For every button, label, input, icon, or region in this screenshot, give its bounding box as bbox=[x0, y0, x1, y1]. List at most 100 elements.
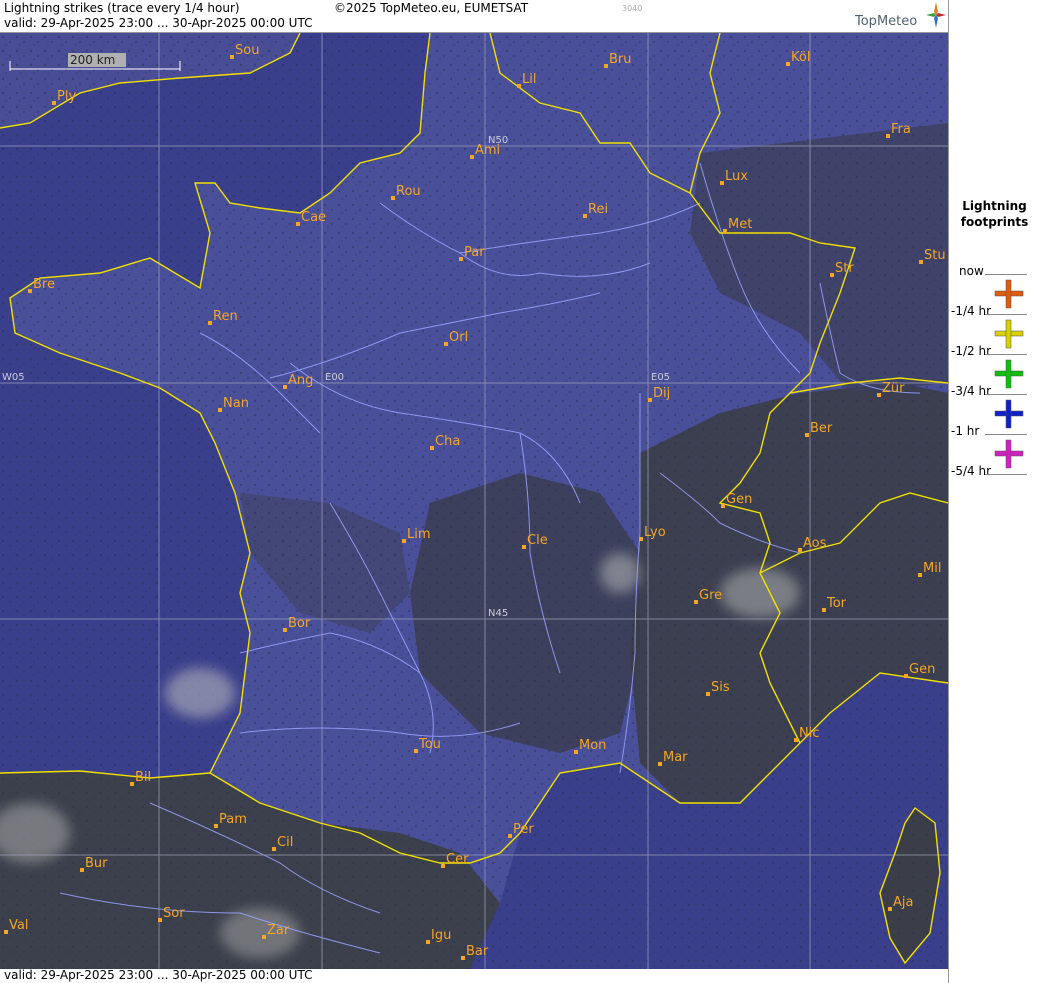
legend-label: -5/4 hr bbox=[951, 464, 991, 478]
legend-title: Lightning footprints bbox=[949, 198, 1039, 230]
city-label-mar: Mar bbox=[663, 750, 688, 765]
city-label-zar: Zar bbox=[267, 923, 290, 938]
legend-label: now bbox=[959, 264, 984, 278]
city-label-bre: Bre bbox=[33, 277, 55, 292]
city-dot-mon bbox=[574, 750, 578, 754]
valid-time-top: valid: 29-Apr-2025 23:00 ... 30-Apr-2025… bbox=[4, 16, 313, 30]
city-dot-val bbox=[4, 930, 8, 934]
city-label-ber: Ber bbox=[810, 421, 833, 436]
city-label-mil: Mil bbox=[923, 561, 941, 576]
terrain-texture bbox=[0, 33, 948, 969]
city-dot-dij bbox=[648, 398, 652, 402]
city-dot-sis bbox=[706, 692, 710, 696]
legend-divider bbox=[985, 434, 1027, 435]
city-dot-ami bbox=[470, 155, 474, 159]
grid-label-n45: N45 bbox=[488, 608, 508, 619]
city-dot-stu bbox=[919, 260, 923, 264]
city-label-tor: Tor bbox=[826, 596, 847, 611]
city-dot-cae bbox=[296, 222, 300, 226]
city-dot-ang bbox=[283, 385, 287, 389]
map-code: 3040 bbox=[622, 4, 643, 13]
city-dot-cha bbox=[430, 446, 434, 450]
city-dot-rou bbox=[391, 196, 395, 200]
city-label-cil: Cil bbox=[277, 835, 293, 850]
city-dot-sou bbox=[230, 55, 234, 59]
city-label-rou: Rou bbox=[396, 184, 421, 199]
city-label-sis: Sis bbox=[711, 680, 730, 695]
city-label-bar: Bar bbox=[466, 944, 489, 959]
city-label-lil: Lil bbox=[522, 72, 536, 87]
city-dot-nan bbox=[218, 408, 222, 412]
lightning-cross-icon bbox=[994, 359, 1024, 389]
legend-divider bbox=[985, 394, 1027, 395]
city-label-nan: Nan bbox=[223, 396, 249, 411]
topmeteo-logo[interactable]: TopMeteo bbox=[855, 14, 917, 29]
city-label-stu: Stu bbox=[924, 248, 946, 263]
footer-bar: valid: 29-Apr-2025 23:00 ... 30-Apr-2025… bbox=[0, 968, 948, 983]
city-dot-nic bbox=[794, 738, 798, 742]
city-dot-fra bbox=[886, 134, 890, 138]
city-dot-par bbox=[459, 257, 463, 261]
legend-label: -1 hr bbox=[951, 424, 980, 438]
city-dot-rei bbox=[583, 214, 587, 218]
city-label-cle: Cle bbox=[527, 533, 548, 548]
copyright-text: ©2025 TopMeteo.eu, EUMETSAT bbox=[334, 1, 529, 15]
city-label-orl: Orl bbox=[449, 330, 468, 345]
city-label-val: Val bbox=[9, 918, 28, 933]
city-dot-str bbox=[830, 273, 834, 277]
city-dot-cle bbox=[522, 545, 526, 549]
city-dot-mar bbox=[658, 762, 662, 766]
lightning-legend: Lightning footprints now -1/4 hr -1/2 hr -3… bbox=[948, 0, 1039, 983]
city-dot-aja bbox=[888, 907, 892, 911]
city-label-fra: Fra bbox=[891, 122, 911, 137]
city-dot-lux bbox=[720, 181, 724, 185]
lightning-cross-icon bbox=[994, 279, 1024, 309]
city-label-aja: Aja bbox=[893, 895, 913, 910]
city-label-pam: Pam bbox=[219, 812, 247, 827]
city-dot-gen2 bbox=[904, 674, 908, 678]
city-label-str: Str bbox=[835, 261, 854, 276]
city-label-ang: Ang bbox=[288, 373, 313, 388]
city-dot-ber bbox=[805, 433, 809, 437]
legend-label: -1/2 hr bbox=[951, 344, 991, 358]
city-dot-per bbox=[508, 834, 512, 838]
city-label-bur: Bur bbox=[85, 856, 108, 871]
city-label-gen: Gen bbox=[726, 492, 752, 507]
city-dot-kol bbox=[786, 62, 790, 66]
city-dot-met bbox=[723, 229, 727, 233]
city-dot-mil bbox=[918, 573, 922, 577]
city-label-ply: Ply bbox=[57, 89, 76, 104]
city-dot-zur bbox=[877, 393, 881, 397]
city-label-dij: Dij bbox=[653, 386, 670, 401]
city-dot-ply bbox=[52, 101, 56, 105]
scale-bar-label: 200 km bbox=[70, 53, 115, 67]
satellite-map[interactable]: N50 N45 W05 E00 E05 200 km Sou Ply Lil Bru K… bbox=[0, 33, 948, 969]
city-label-zur: Zür bbox=[882, 381, 905, 396]
city-dot-aos bbox=[798, 548, 802, 552]
lightning-cross-icon bbox=[994, 319, 1024, 349]
legend-title-line1: Lightning bbox=[962, 199, 1027, 213]
legend-row: -5/4 hr bbox=[949, 464, 1039, 510]
compass-star-icon bbox=[926, 2, 946, 28]
city-label-met: Met bbox=[728, 217, 752, 232]
city-label-igu: Igu bbox=[431, 928, 451, 943]
city-dot-tor bbox=[822, 608, 826, 612]
city-label-mon: Mon bbox=[579, 738, 606, 753]
city-dot-lil bbox=[517, 84, 521, 88]
city-label-lyo: Lyo bbox=[644, 525, 666, 540]
city-label-bru: Bru bbox=[609, 52, 632, 67]
city-dot-ren bbox=[208, 321, 212, 325]
city-label-per: Per bbox=[513, 822, 534, 837]
city-label-sou: Sou bbox=[235, 43, 259, 58]
city-dot-tou bbox=[414, 749, 418, 753]
legend-title-line2: footprints bbox=[960, 215, 1029, 229]
city-label-cae: Cae bbox=[301, 210, 326, 225]
city-label-rei: Rei bbox=[588, 202, 608, 217]
city-label-gre: Gre bbox=[699, 588, 722, 603]
valid-time-bottom: valid: 29-Apr-2025 23:00 ... 30-Apr-2025… bbox=[4, 968, 313, 982]
city-dot-lyo bbox=[639, 537, 643, 541]
city-label-lim: Lim bbox=[407, 527, 431, 542]
city-label-cha: Cha bbox=[435, 434, 460, 449]
city-dot-gen bbox=[721, 504, 725, 508]
city-dot-lim bbox=[402, 539, 406, 543]
